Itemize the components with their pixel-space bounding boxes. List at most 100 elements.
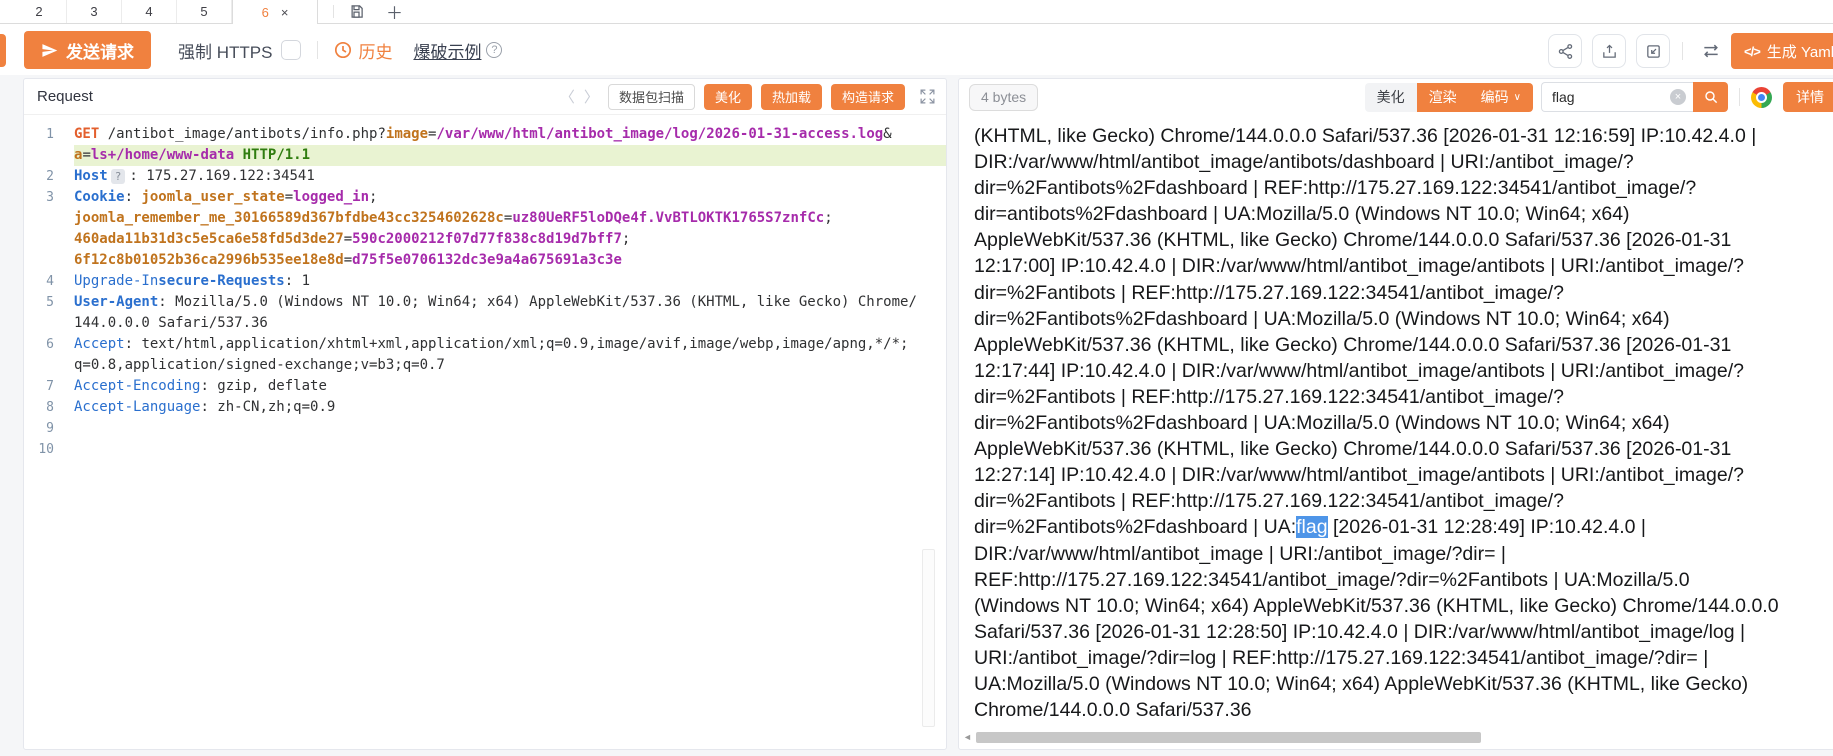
toolbar: 发送请求 强制 HTTPS 历史 爆破示例 ? — [0, 25, 1833, 75]
generate-yaml-button[interactable]: </> 生成 Yaml — [1731, 33, 1833, 69]
divider — [333, 5, 334, 18]
tab-4[interactable]: 4 — [122, 0, 177, 23]
send-request-button[interactable]: 发送请求 — [24, 31, 151, 69]
response-line: dir=%2Fantibots | REF:http://175.27.169.… — [974, 488, 1833, 514]
construct-request-button[interactable]: 构造请求 — [831, 84, 905, 110]
tab-6-active[interactable]: 6 × — [232, 0, 318, 24]
tab-label: 5 — [200, 4, 207, 19]
line-code: 6f12c8b01052b36ca2996b535ee18e8d=d75f5e0… — [74, 250, 946, 271]
request-panel-title: Request — [37, 88, 93, 105]
line-code: User-Agent: Mozilla/5.0 (Windows NT 10.0… — [74, 292, 946, 313]
response-log-text[interactable]: (KHTML, like Gecko) Chrome/144.0.0.0 Saf… — [959, 115, 1833, 723]
response-line: URI:/antibot_image/?dir=log | REF:http:/… — [974, 645, 1833, 671]
new-tab-icon[interactable]: ＋ — [386, 0, 403, 24]
history-next-icon[interactable]: 〉 — [584, 86, 599, 107]
blast-example-link[interactable]: 爆破示例 — [413, 38, 481, 63]
line-code: joomla_remember_me_30166589d367bfdbe43cc… — [74, 208, 946, 229]
line-number — [24, 208, 74, 229]
packet-scan-button[interactable]: 数据包扫描 — [608, 84, 695, 110]
response-line: (Windows NT 10.0; Win64; x64) AppleWebKi… — [974, 593, 1833, 619]
response-line: dir=%2Fantibots%2Fdashboard | REF:http:/… — [974, 175, 1833, 201]
encode-label: 编码 — [1481, 87, 1509, 107]
hot-reload-button[interactable]: 热加载 — [761, 84, 822, 110]
line-number — [24, 145, 74, 166]
request-scrollbar[interactable] — [922, 549, 935, 727]
response-encode-dropdown[interactable]: 编码 ∨ — [1469, 83, 1533, 112]
response-line: REF:http://175.27.169.122:34541/antibot_… — [974, 567, 1833, 593]
search-area: × — [1541, 82, 1728, 112]
response-beautify-tab[interactable]: 美化 — [1365, 83, 1417, 112]
import-button[interactable] — [1636, 34, 1670, 68]
line-number: 2 — [24, 166, 74, 187]
request-line: 9 — [24, 418, 946, 439]
beautify-button[interactable]: 美化 — [704, 84, 752, 110]
response-line: (KHTML, like Gecko) Chrome/144.0.0.0 Saf… — [974, 123, 1833, 149]
line-number — [24, 355, 74, 376]
response-line: dir=%2Fantibots | REF:http://175.27.169.… — [974, 384, 1833, 410]
line-number: 4 — [24, 271, 74, 292]
response-line: AppleWebKit/537.36 (KHTML, like Gecko) C… — [974, 436, 1833, 462]
response-render-tab[interactable]: 渲染 — [1417, 83, 1469, 112]
request-editor[interactable]: 1GET /antibot_image/antibots/info.php?im… — [24, 115, 946, 460]
response-line: UA:Mozilla/5.0 (Windows NT 10.0; Win64; … — [974, 671, 1833, 697]
request-line: 6f12c8b01052b36ca2996b535ee18e8d=d75f5e0… — [24, 250, 946, 271]
line-code: Upgrade-Insecure-Requests: 1 — [74, 271, 946, 292]
line-number — [24, 313, 74, 334]
response-line: 12:17:00] IP:10.42.4.0 | DIR:/var/www/ht… — [974, 253, 1833, 279]
chevron-down-icon: ∨ — [1514, 92, 1521, 103]
response-line: Chrome/144.0.0.0 Safari/537.36 — [974, 697, 1833, 723]
line-code: q=0.8,application/signed-exchange;v=b3;q… — [74, 355, 946, 376]
host-hint-badge: ? — [111, 169, 126, 184]
tab-5[interactable]: 5 — [177, 0, 232, 23]
force-https-label: 强制 HTTPS — [178, 38, 272, 63]
swap-request-response-icon[interactable] — [1701, 41, 1721, 61]
request-line: 6Accept: text/html,application/xhtml+xml… — [24, 334, 946, 355]
code-icon: </> — [1744, 44, 1760, 59]
request-panel-header: Request 〈 〉 数据包扫描 美化 热加载 构造请求 — [24, 79, 946, 115]
tab-2[interactable]: 2 — [12, 0, 67, 23]
tab-3[interactable]: 3 — [67, 0, 122, 23]
fullscreen-icon[interactable] — [919, 88, 936, 105]
close-tab-icon[interactable]: × — [281, 6, 289, 19]
scroll-left-arrow[interactable]: ◄ — [963, 732, 972, 742]
tab-label: 2 — [35, 4, 42, 19]
clear-search-icon[interactable]: × — [1670, 89, 1686, 105]
history-button[interactable]: 历史 — [334, 38, 392, 63]
response-horizontal-scrollbar[interactable] — [976, 732, 1481, 743]
save-icon[interactable] — [349, 4, 364, 19]
divider — [1739, 88, 1740, 106]
request-line: 144.0.0.0 Safari/537.36 — [24, 313, 946, 334]
line-code: GET /antibot_image/antibots/info.php?ima… — [74, 124, 946, 145]
history-prev-icon[interactable]: 〈 — [560, 86, 575, 107]
history-label: 历史 — [358, 38, 392, 63]
response-line: AppleWebKit/537.36 (KHTML, like Gecko) C… — [974, 227, 1833, 253]
line-number: 10 — [24, 439, 74, 460]
export-button[interactable] — [1592, 34, 1626, 68]
tab-bar: 2 3 4 5 6 × ＋ — [0, 0, 1833, 24]
search-button[interactable] — [1693, 82, 1728, 112]
line-code: 460ada11b31d3c5e5ca6e58fd5d3de27=590c200… — [74, 229, 946, 250]
request-line: 1GET /antibot_image/antibots/info.php?im… — [24, 124, 946, 145]
line-number: 1 — [24, 124, 74, 145]
help-icon[interactable]: ? — [486, 42, 502, 58]
generate-yaml-label: 生成 Yaml — [1767, 41, 1833, 62]
tab-label: 6 — [262, 5, 269, 20]
request-line: 460ada11b31d3c5e5ca6e58fd5d3de27=590c200… — [24, 229, 946, 250]
response-line: dir=%2Fantibots%2Fdashboard | UA:Mozilla… — [974, 306, 1833, 332]
force-https-checkbox[interactable] — [281, 40, 301, 60]
request-line: 8Accept-Language: zh-CN,zh;q=0.9 — [24, 397, 946, 418]
line-code: Host?: 175.27.169.122:34541 — [74, 166, 946, 187]
request-line: 3Cookie: joomla_user_state=logged_in; — [24, 187, 946, 208]
search-match-highlight: flag — [1296, 516, 1327, 538]
response-line: dir=antibots%2Fdashboard | UA:Mozilla/5.… — [974, 201, 1833, 227]
response-line: dir=%2Fantibots%2Fdashboard | UA:flag [2… — [974, 514, 1833, 540]
response-line: Safari/537.36 [2026-01-31 12:28:50] IP:1… — [974, 619, 1833, 645]
line-code: a=ls+/home/www-data HTTP/1.1 — [74, 145, 946, 166]
detail-button[interactable]: 详情 — [1783, 82, 1833, 112]
tab-label: 3 — [90, 4, 97, 19]
share-button[interactable] — [1548, 34, 1582, 68]
line-code: Accept: text/html,application/xhtml+xml,… — [74, 334, 946, 355]
left-edge-handle[interactable] — [0, 34, 6, 67]
chrome-browser-icon[interactable] — [1751, 87, 1772, 108]
response-line: 12:17:44] IP:10.42.4.0 | DIR:/var/www/ht… — [974, 358, 1833, 384]
